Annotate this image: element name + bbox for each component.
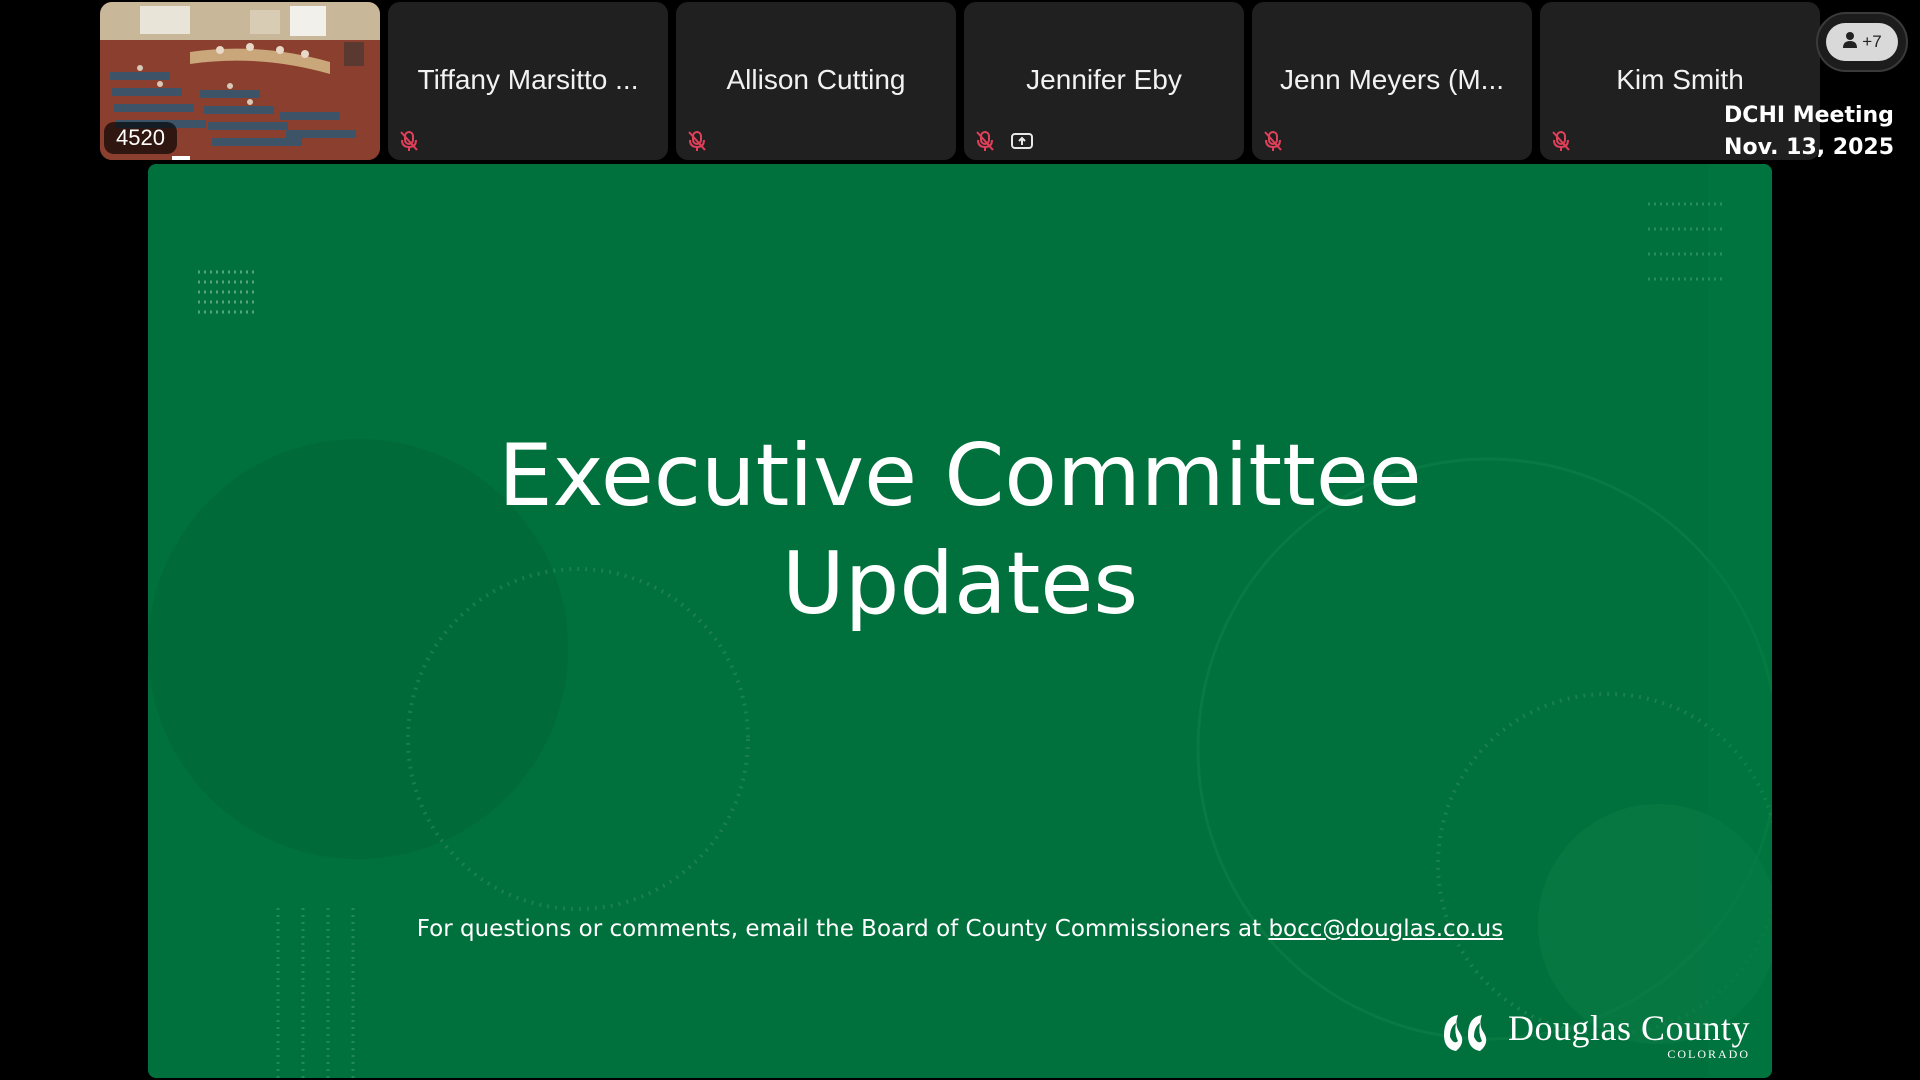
slide-title-line-1: Executive Committee	[498, 426, 1422, 526]
participant-tile[interactable]: Jennifer Eby	[964, 2, 1244, 160]
meeting-title: DCHI Meeting	[1724, 103, 1894, 128]
leaf-logo-icon	[1440, 1011, 1500, 1060]
slide-footer: For questions or comments, email the Boa…	[148, 916, 1772, 942]
logo-subtext: COLORADO	[1667, 1047, 1750, 1061]
participant-name: Jenn Meyers (M...	[1279, 64, 1505, 95]
participant-tile[interactable]: Allison Cutting	[676, 2, 956, 160]
participant-tile[interactable]: Tiffany Marsitto ...	[388, 2, 668, 160]
mic-off-icon	[974, 130, 996, 152]
video-tile-indicator	[172, 156, 190, 160]
meeting-date: Nov. 13, 2025	[1724, 135, 1894, 160]
person-icon	[1842, 31, 1858, 54]
mic-off-icon	[1262, 130, 1284, 152]
room-video-tile[interactable]: 4520	[100, 2, 380, 160]
shared-slide: Executive Committee Updates For question…	[148, 164, 1772, 1078]
logo-wordmark: Douglas County	[1507, 1008, 1750, 1048]
slide-title: Executive Committee Updates	[148, 422, 1772, 638]
participant-name: Jennifer Eby	[1026, 64, 1182, 95]
more-participants-button[interactable]: +7	[1816, 12, 1908, 72]
footer-text: For questions or comments, email the Boa…	[416, 916, 1269, 942]
room-video-label: 4520	[104, 122, 177, 154]
participant-strip: 4520 Tiffany Marsitto ... Allison Cuttin…	[0, 0, 1920, 162]
mic-off-icon	[398, 130, 420, 152]
mic-off-icon	[1550, 130, 1572, 152]
meeting-info: DCHI Meeting Nov. 13, 2025	[1724, 100, 1894, 164]
douglas-county-logo: Douglas County COLORADO	[1440, 1010, 1750, 1060]
more-participants-count: +7	[1862, 32, 1882, 51]
participant-name: Kim Smith	[1616, 64, 1744, 95]
footer-email-link[interactable]: bocc@douglas.co.us	[1268, 916, 1503, 942]
participant-name: Tiffany Marsitto ...	[417, 64, 639, 95]
screen-share-icon	[1010, 131, 1034, 151]
mic-off-icon	[686, 130, 708, 152]
participant-name: Allison Cutting	[726, 64, 906, 95]
participant-tile[interactable]: Jenn Meyers (M...	[1252, 2, 1532, 160]
slide-title-line-2: Updates	[781, 534, 1139, 634]
